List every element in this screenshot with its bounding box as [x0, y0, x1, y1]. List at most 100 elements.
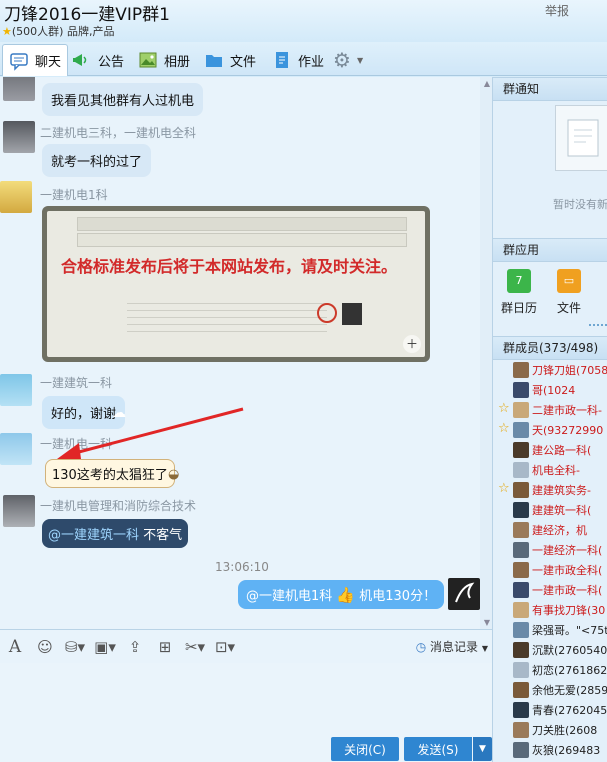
logo-icon	[342, 303, 362, 325]
member-name: 一建市政一科(	[532, 584, 603, 597]
notice-empty-icon	[555, 105, 607, 171]
upload-icon[interactable]: ⇪	[124, 638, 146, 656]
image-notice-text: 合格标准发布后将于本网站发布，请及时关注。	[61, 257, 398, 276]
tab-homework[interactable]: 作业	[272, 44, 324, 76]
member-item[interactable]: 哥(1024	[513, 380, 607, 400]
member-item[interactable]: 一建经济一科(	[513, 540, 607, 560]
chat-area[interactable]: ▲ ▼ 我看见其他群有人过机电 二建机电三科，一建机电全科 就考一科的过了 一建…	[0, 77, 492, 629]
homework-icon	[276, 52, 288, 68]
tab-files-label: 文件	[230, 54, 257, 70]
notice-header: 群通知	[493, 77, 607, 101]
message-bubble: 就考一科的过了	[42, 144, 152, 177]
avatar[interactable]	[3, 121, 35, 153]
tab-homework-label: 作业	[298, 54, 325, 70]
app-files[interactable]: ▭ 文件	[549, 269, 589, 316]
gear-icon: ⚙	[333, 48, 351, 72]
star-icon: ☆	[498, 481, 510, 496]
input-toolbar: A ☺ ⛁▾ ▣▾ ⇪ ⊞ ✂▾ ⊡▾ ◷ 消息记录 ▼	[0, 629, 492, 663]
member-item[interactable]: 余他无爱(2859	[513, 680, 607, 700]
chat-scrollbar[interactable]: ▲ ▼	[480, 77, 492, 629]
tab-chat[interactable]: 聊天	[2, 44, 69, 76]
sender-name: 一建建筑一科	[40, 376, 113, 390]
member-item[interactable]: 梁强哥。"<75t	[513, 620, 607, 640]
zoom-in-icon[interactable]: ＋	[403, 335, 421, 353]
member-avatar	[513, 422, 529, 438]
member-name: 一建市政全科(	[532, 564, 603, 577]
member-name: 沉默(27605406	[532, 644, 607, 657]
avatar[interactable]	[0, 181, 32, 213]
message-text: 机电130分！	[359, 589, 437, 604]
member-item[interactable]: 一建市政全科(	[513, 560, 607, 580]
report-link[interactable]: 举报	[545, 2, 569, 19]
member-name: 天(93272990	[532, 424, 604, 437]
app-calendar-label: 群日历	[500, 301, 537, 315]
folder-icon	[206, 55, 222, 67]
member-item[interactable]: 沉默(27605406	[513, 640, 607, 660]
message-history-button[interactable]: ◷ 消息记录 ▼	[416, 638, 488, 655]
message-timestamp: 13:06:10	[215, 560, 269, 574]
member-item[interactable]: 青春(27620453	[513, 700, 607, 720]
mention-text[interactable]: @一建建筑一科	[48, 528, 139, 543]
notice-empty-text: 暂时没有新	[553, 198, 607, 211]
seal-icon	[317, 303, 337, 323]
tab-album[interactable]: 相册	[138, 44, 190, 76]
scroll-down-icon[interactable]: ▼	[484, 618, 490, 627]
group-info: (500人群) 品牌,产品	[11, 25, 115, 38]
gift-icon[interactable]: ⊞	[154, 638, 176, 656]
image-icon[interactable]: ▣▾	[94, 638, 116, 656]
calendar-icon: 7	[507, 269, 531, 293]
send-button[interactable]: 发送(S)	[404, 737, 472, 761]
tab-files[interactable]: 文件	[204, 44, 256, 76]
member-avatar	[513, 482, 529, 498]
member-item[interactable]: 天(93272990	[513, 420, 607, 440]
member-name: 刀关胜(2608	[532, 724, 598, 737]
album-icon	[139, 52, 157, 68]
member-avatar	[513, 602, 529, 618]
member-item[interactable]: 二建市政一科-	[513, 400, 607, 420]
font-icon[interactable]: A	[4, 637, 26, 657]
tab-album-label: 相册	[164, 54, 191, 70]
avatar[interactable]	[0, 374, 32, 406]
avatar[interactable]	[3, 495, 35, 527]
image-content: 合格标准发布后将于本网站发布，请及时关注。 ＋	[47, 211, 425, 357]
mention-text[interactable]: @一建机电1科	[246, 589, 332, 604]
member-name: 青春(27620453	[532, 704, 607, 717]
tab-announcement[interactable]: 公告	[72, 44, 124, 76]
more-icon[interactable]: ⊡▾	[214, 638, 236, 656]
scroll-up-icon[interactable]: ▲	[484, 79, 490, 88]
member-item[interactable]: 灰狼(269483	[513, 740, 607, 760]
sender-name: 一建机电1科	[40, 188, 108, 202]
member-item[interactable]: 一建市政一科(	[513, 580, 607, 600]
member-item[interactable]: 刀锋刀姐(7058	[513, 360, 607, 380]
send-options-button[interactable]: ▼	[473, 737, 492, 761]
member-name: 建建筑一科(	[532, 504, 592, 517]
sender-name: 一建机电管理和消防综合技术	[40, 499, 197, 513]
member-item[interactable]: 有事找刀锋(30	[513, 600, 607, 620]
avatar[interactable]	[0, 433, 32, 465]
member-avatar	[513, 402, 529, 418]
image-message[interactable]: 合格标准发布后将于本网站发布，请及时关注。 ＋	[42, 206, 430, 362]
group-subtitle: ★(500人群) 品牌,产品	[2, 23, 114, 39]
member-name: 建公路一科(	[532, 444, 592, 457]
avatar[interactable]	[3, 77, 35, 101]
my-avatar[interactable]	[448, 578, 480, 610]
scissors-icon[interactable]: ✂▾	[184, 638, 206, 656]
member-item[interactable]: 建建筑一科(	[513, 500, 607, 520]
app-calendar[interactable]: 7 群日历	[499, 269, 539, 316]
member-avatar	[513, 582, 529, 598]
member-item[interactable]: 初恋(27618623	[513, 660, 607, 680]
member-item[interactable]: 建经济，机	[513, 520, 607, 540]
settings-menu[interactable]: ⚙ ▼	[333, 44, 363, 76]
member-item[interactable]: 刀关胜(2608	[513, 720, 607, 740]
member-item[interactable]: 机电全科-	[513, 460, 607, 480]
folder-icon: ▭	[557, 269, 581, 293]
member-name: 机电全科-	[532, 464, 580, 477]
magic-emoji-icon[interactable]: ⛁▾	[64, 638, 86, 656]
star-icon: ☆	[498, 401, 510, 416]
emoji-icon[interactable]: ☺	[34, 638, 56, 656]
close-button[interactable]: 关闭(C)	[331, 737, 399, 761]
member-item[interactable]: 建建筑实务-	[513, 480, 607, 500]
pager-dots[interactable]	[589, 324, 607, 326]
member-avatar	[513, 702, 529, 718]
member-item[interactable]: 建公路一科(	[513, 440, 607, 460]
